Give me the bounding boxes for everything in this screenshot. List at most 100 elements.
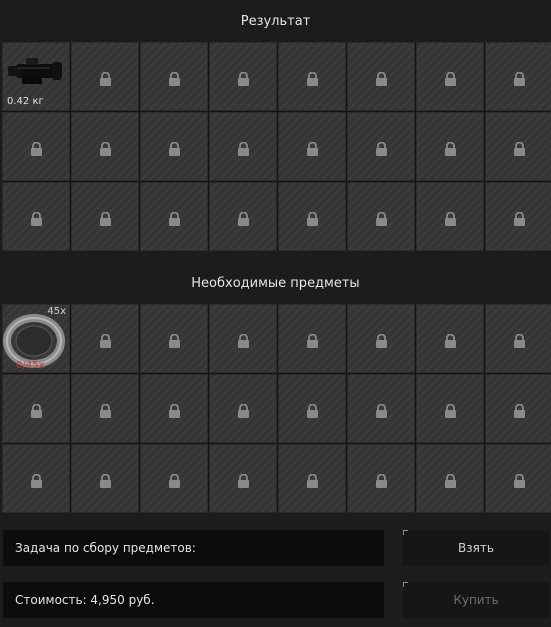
locked-slot [140, 182, 208, 251]
lock-icon [445, 71, 456, 86]
locked-slot [485, 112, 551, 181]
lock-icon [307, 403, 318, 418]
lock-icon [238, 71, 249, 86]
locked-slot [2, 182, 70, 251]
locked-slot [278, 304, 346, 373]
corner-marker [403, 582, 408, 587]
lock-icon [307, 211, 318, 226]
locked-slot [278, 444, 346, 513]
lock-icon [445, 333, 456, 348]
item-progress: 0/45x [16, 360, 45, 371]
locked-slot [140, 42, 208, 111]
take-button[interactable]: Взять [403, 530, 549, 566]
lock-icon [307, 333, 318, 348]
lock-icon [238, 333, 249, 348]
lock-icon [100, 473, 111, 488]
locked-slot [416, 112, 484, 181]
locked-slot [71, 304, 139, 373]
locked-slot [71, 444, 139, 513]
lock-icon [169, 211, 180, 226]
locked-slot [416, 374, 484, 443]
locked-slot [485, 304, 551, 373]
locked-slot [2, 112, 70, 181]
locked-slot [140, 374, 208, 443]
locked-slot [485, 374, 551, 443]
task-label: Задача по сбору предметов: [15, 541, 196, 555]
locked-slot [2, 444, 70, 513]
lock-icon [238, 473, 249, 488]
item-weight: 0.42 кг [7, 96, 44, 107]
locked-slot [209, 444, 277, 513]
lock-icon [307, 141, 318, 156]
locked-slot [347, 42, 415, 111]
result-item-slot[interactable]: 0.42 кг [2, 42, 70, 111]
lock-icon [445, 473, 456, 488]
item-count: 45x [47, 306, 66, 317]
result-title: Результат [240, 14, 311, 29]
lock-icon [100, 211, 111, 226]
locked-slot [347, 374, 415, 443]
locked-slot [71, 42, 139, 111]
lock-icon [376, 333, 387, 348]
locked-slot [416, 444, 484, 513]
lock-icon [100, 403, 111, 418]
lock-icon [307, 71, 318, 86]
locked-slot [278, 374, 346, 443]
lock-icon [514, 403, 525, 418]
locked-slot [209, 42, 277, 111]
lock-icon [238, 403, 249, 418]
locked-slot [2, 374, 70, 443]
cost-panel: Стоимость: 4,950 руб. [3, 582, 384, 618]
locked-slot [71, 112, 139, 181]
task-panel: Задача по сбору предметов: [3, 530, 384, 566]
required-item-slot[interactable]: 45x 0/45x [2, 304, 70, 373]
locked-slot [485, 42, 551, 111]
locked-slot [416, 42, 484, 111]
lock-icon [514, 333, 525, 348]
locked-slot [347, 112, 415, 181]
lock-icon [445, 403, 456, 418]
lock-icon [514, 473, 525, 488]
lock-icon [100, 71, 111, 86]
locked-slot [485, 182, 551, 251]
result-grid: 0.42 кг [2, 42, 551, 251]
buy-button-label: Купить [453, 593, 499, 607]
take-button-label: Взять [458, 541, 494, 555]
buy-button[interactable]: Купить [403, 582, 549, 618]
locked-slot [278, 182, 346, 251]
lock-icon [100, 141, 111, 156]
locked-slot [416, 182, 484, 251]
lock-icon [31, 141, 42, 156]
lock-icon [514, 71, 525, 86]
lock-icon [514, 211, 525, 226]
lock-icon [169, 141, 180, 156]
locked-slot [140, 112, 208, 181]
cost-label: Стоимость: 4,950 руб. [15, 593, 155, 607]
locked-slot [347, 182, 415, 251]
lock-icon [169, 473, 180, 488]
locked-slot [209, 112, 277, 181]
locked-slot [278, 42, 346, 111]
locked-slot [71, 374, 139, 443]
locked-slot [209, 182, 277, 251]
lock-icon [31, 473, 42, 488]
locked-slot [278, 112, 346, 181]
required-title: Необходимые предметы [191, 276, 360, 291]
scope-item-icon [8, 58, 62, 84]
locked-slot [71, 182, 139, 251]
lock-icon [169, 71, 180, 86]
lock-icon [445, 211, 456, 226]
lock-icon [376, 141, 387, 156]
corner-marker [403, 530, 408, 535]
locked-slot [140, 304, 208, 373]
lock-icon [31, 403, 42, 418]
locked-slot [140, 444, 208, 513]
lock-icon [376, 403, 387, 418]
lock-icon [376, 211, 387, 226]
lock-icon [514, 141, 525, 156]
locked-slot [347, 444, 415, 513]
lock-icon [307, 473, 318, 488]
lock-icon [376, 473, 387, 488]
lock-icon [445, 141, 456, 156]
lock-icon [100, 333, 111, 348]
